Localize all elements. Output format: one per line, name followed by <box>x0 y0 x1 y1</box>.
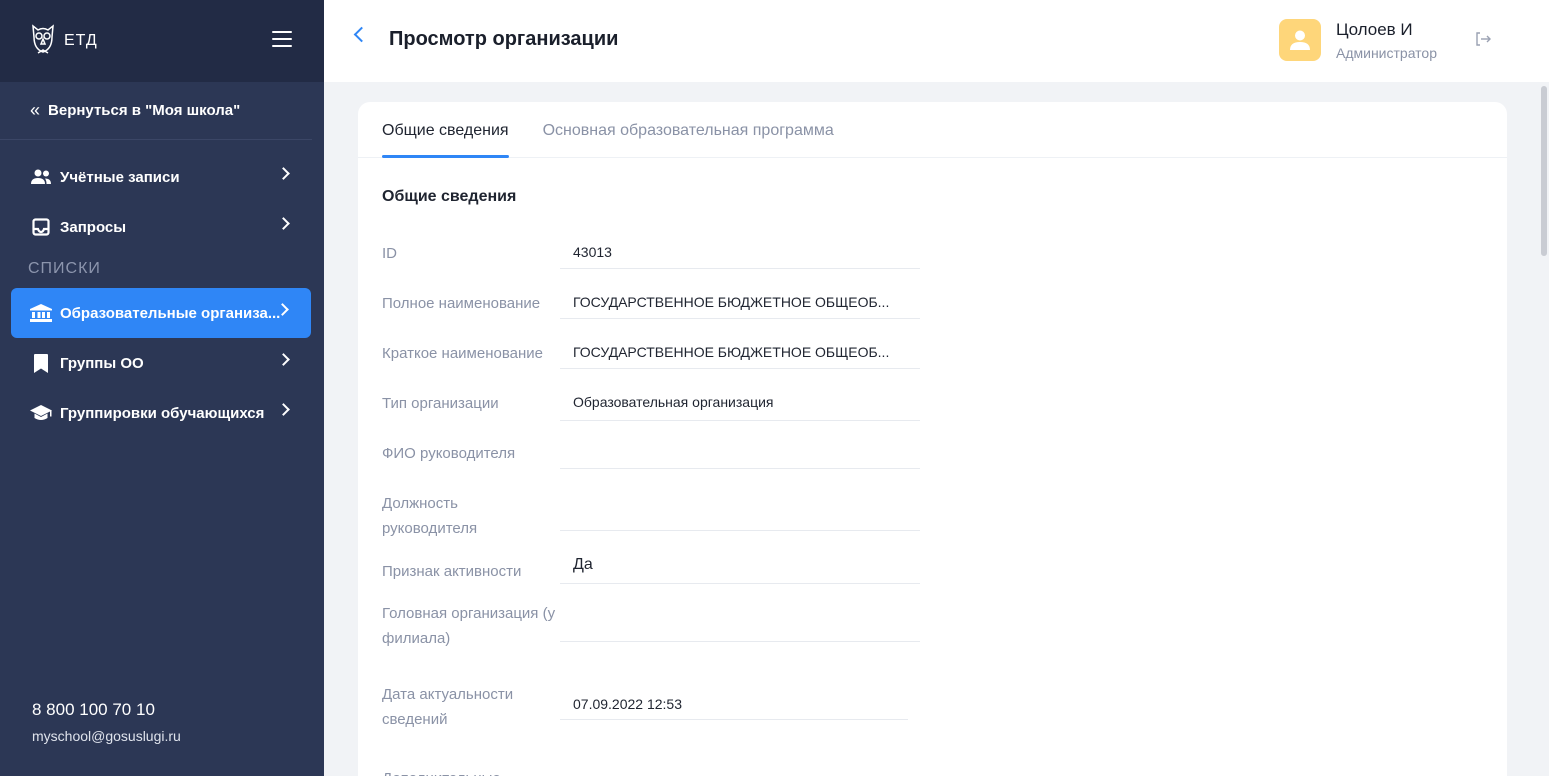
tab-educational-program[interactable]: Основная образовательная программа <box>543 102 834 158</box>
logo-text: ЕТД <box>64 32 98 49</box>
field-value-director-name <box>560 442 920 469</box>
back-to-school-link[interactable]: « Вернуться в "Моя школа" <box>0 82 312 140</box>
users-icon <box>30 168 52 186</box>
inbox-icon <box>30 218 52 236</box>
chevron-right-icon <box>277 353 290 366</box>
field-label-short-name: Краткое наименование <box>382 345 543 362</box>
chevron-right-icon <box>277 403 290 416</box>
sidebar-item-label: Образовательные организа... <box>60 304 281 322</box>
field-value-active: Да <box>560 556 920 584</box>
field-label-org-type: Тип организации <box>382 395 499 412</box>
sidebar-item-label: Запросы <box>60 218 127 236</box>
field-label-parent-org: Головная организация (у филиала) <box>382 605 556 647</box>
chevron-left-icon[interactable] <box>353 26 370 43</box>
sidebar-item-label: Группы ОО <box>60 354 144 372</box>
logo[interactable]: ЕТД <box>30 23 98 60</box>
field-value-parent-org <box>560 602 920 642</box>
menu-icon[interactable] <box>272 31 292 52</box>
double-chevron-left-icon: « <box>30 100 41 120</box>
field-label-active: Признак активности <box>382 563 522 580</box>
chevron-right-icon <box>277 167 290 180</box>
field-label-id: ID <box>382 245 397 262</box>
tab-general-info[interactable]: Общие сведения <box>382 102 509 158</box>
field-value-short-name: ГОСУДАРСТВЕННОЕ БЮДЖЕТНОЕ ОБЩЕОБ... <box>560 344 920 369</box>
sidebar-item-label: Группировки обучающихся <box>60 404 265 422</box>
section-label-lists: СПИСКИ <box>28 260 101 277</box>
avatar[interactable] <box>1279 19 1321 61</box>
field-value-id: 43013 <box>560 244 920 269</box>
sidebar: ЕТД « Вернуться в "Моя школа" Учётные за… <box>0 0 324 776</box>
sidebar-item-organizations[interactable]: Образовательные организа... <box>11 288 311 338</box>
sidebar-item-requests[interactable]: Запросы <box>0 202 324 252</box>
graduation-cap-icon <box>30 404 52 422</box>
field-value-director-position <box>560 492 920 531</box>
sidebar-item-org-groups[interactable]: Группы ОО <box>0 338 324 388</box>
scroll-thumb[interactable] <box>1541 86 1547 256</box>
field-label-relevance-date: Дата актуальности сведений <box>382 686 514 728</box>
field-label-full-name: Полное наименование <box>382 295 541 312</box>
section-title: Общие сведения <box>382 188 517 205</box>
user-role: Администратор <box>1336 45 1438 61</box>
field-label-director-name: ФИО руководителя <box>382 445 516 462</box>
sidebar-item-accounts[interactable]: Учётные записи <box>0 152 324 202</box>
page-title: Просмотр организации <box>389 28 619 50</box>
field-label-director-position: Должность руководителя <box>382 495 478 537</box>
sidebar-item-student-groupings[interactable]: Группировки обучающихся <box>0 388 324 438</box>
field-label-additional: Дополнительные <box>382 766 562 776</box>
sidebar-footer: 8 800 100 70 10 myschool@gosuslugi.ru <box>32 700 181 744</box>
institution-icon <box>30 304 52 322</box>
page-scrollbar[interactable] <box>1539 82 1549 776</box>
organization-card: Общие сведения Основная образовательная … <box>358 102 1507 776</box>
user-icon <box>1290 30 1310 50</box>
sidebar-header: ЕТД <box>0 0 324 82</box>
tabs: Общие сведения Основная образовательная … <box>358 102 1507 158</box>
field-value-org-type: Образовательная организация <box>560 394 920 421</box>
support-phone[interactable]: 8 800 100 70 10 <box>32 700 181 720</box>
logout-icon[interactable] <box>1476 32 1492 51</box>
support-email[interactable]: myschool@gosuslugi.ru <box>32 728 181 744</box>
field-value-full-name: ГОСУДАРСТВЕННОЕ БЮДЖЕТНОЕ ОБЩЕОБ... <box>560 294 920 319</box>
chevron-right-icon <box>277 217 290 230</box>
owl-logo-icon <box>30 23 56 60</box>
user-name: Цолоев И <box>1336 20 1413 39</box>
sidebar-item-label: Учётные записи <box>60 168 180 186</box>
bookmark-icon <box>30 353 52 373</box>
top-header: Просмотр организации Цолоев И Администра… <box>324 0 1549 82</box>
field-value-relevance-date: 07.09.2022 12:53 <box>560 696 908 720</box>
back-link-label: Вернуться в "Моя школа" <box>48 102 241 119</box>
